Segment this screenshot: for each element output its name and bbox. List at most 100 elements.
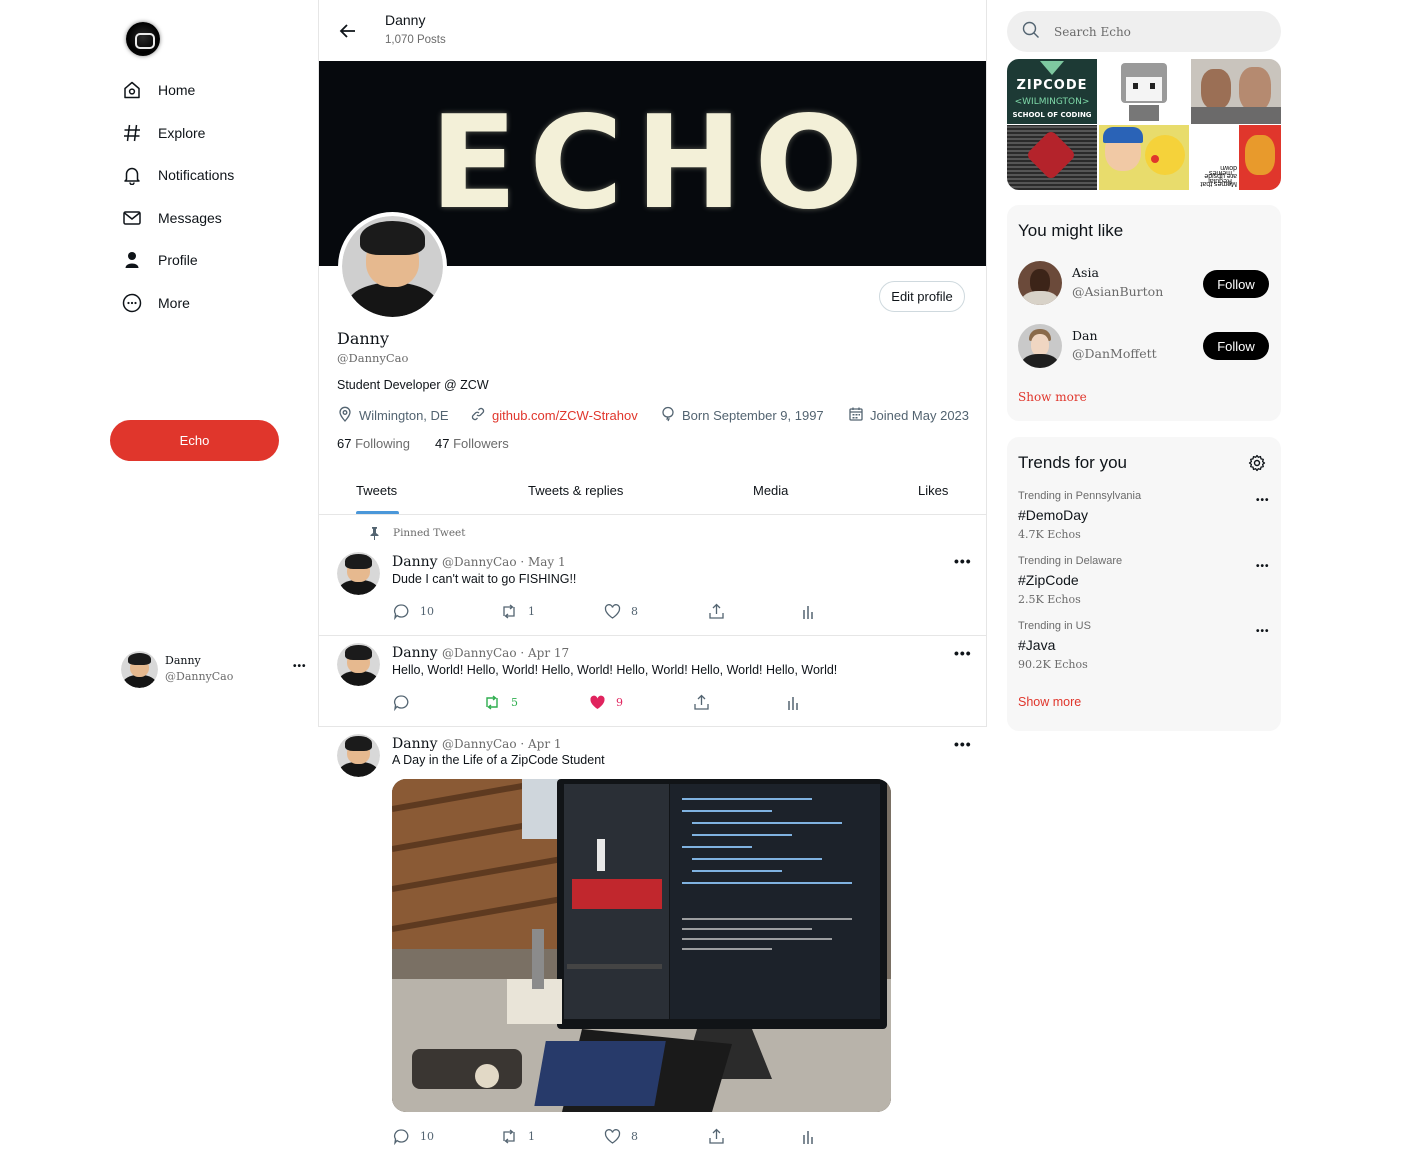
retweet-icon: [500, 1128, 518, 1145]
retweet-button[interactable]: 1: [500, 1128, 535, 1145]
reply-button[interactable]: [393, 694, 420, 711]
tweet-more-button[interactable]: •••: [954, 736, 972, 752]
reply-button[interactable]: 10: [393, 603, 434, 620]
retweet-button[interactable]: 1: [500, 603, 535, 620]
like-button[interactable]: 9: [589, 694, 623, 711]
profile-avatar[interactable]: [338, 212, 447, 321]
tweet-author-name[interactable]: Danny: [392, 554, 438, 570]
tabs-divider: [319, 514, 986, 515]
tweet-header: Danny @DannyCao · Apr 17: [392, 644, 569, 662]
suggestion-name[interactable]: Asia: [1072, 265, 1099, 280]
edit-profile-button[interactable]: Edit profile: [879, 281, 965, 312]
trends-title: Trends for you: [1018, 453, 1127, 472]
meme-text-regular: Regular memes: [1207, 169, 1232, 184]
tweet-avatar[interactable]: [337, 552, 380, 595]
tweet-author-name[interactable]: Danny: [392, 736, 438, 752]
sidebar-item-explore[interactable]: Explore: [122, 118, 205, 148]
following-label: Following: [355, 436, 411, 451]
sidebar-item-more[interactable]: More: [122, 288, 190, 318]
suggestions-show-more[interactable]: Show more: [1018, 390, 1087, 404]
echo-logo[interactable]: [126, 22, 160, 56]
retweet-button[interactable]: 5: [483, 694, 518, 711]
profile-bio: Student Developer @ ZCW: [337, 378, 489, 392]
tab-media[interactable]: Media: [753, 483, 788, 498]
trend-more-button[interactable]: •••: [1256, 626, 1270, 637]
trends-show-more[interactable]: Show more: [1018, 695, 1081, 709]
suggestion-name[interactable]: Dan: [1072, 328, 1098, 343]
sidebar-item-notifications[interactable]: Notifications: [122, 160, 234, 190]
trend-tag[interactable]: #DemoDay: [1018, 507, 1088, 523]
reply-count: 10: [420, 1130, 434, 1143]
like-button[interactable]: 8: [604, 1128, 638, 1145]
reply-button[interactable]: 10: [393, 1128, 434, 1145]
more-circle-icon: [122, 293, 142, 313]
trend-more-button[interactable]: •••: [1256, 561, 1270, 572]
profile-name: Danny: [337, 329, 390, 348]
tab-tweets[interactable]: Tweets: [356, 483, 397, 498]
link-icon: [470, 406, 486, 425]
media-thumb[interactable]: [1099, 59, 1189, 124]
search-bar[interactable]: Search Echo: [1007, 11, 1281, 52]
analytics-icon[interactable]: [801, 604, 815, 624]
account-handle: @DannyCao: [165, 670, 234, 683]
media-thumb[interactable]: [1191, 59, 1281, 124]
suggestion-avatar[interactable]: [1018, 261, 1062, 305]
share-icon[interactable]: [708, 603, 725, 625]
follow-button[interactable]: Follow: [1203, 332, 1269, 360]
trend-more-button[interactable]: •••: [1256, 495, 1270, 506]
like-button[interactable]: 8: [604, 603, 638, 620]
tweet-meta: @DannyCao · Apr 1: [441, 737, 562, 751]
tweet-text: Hello, World! Hello, World! Hello, World…: [392, 663, 838, 677]
settings-gear-icon[interactable]: [1248, 454, 1266, 477]
tweet-divider: [319, 726, 986, 727]
profile-location: Wilmington, DE: [337, 406, 449, 425]
tweet-photo[interactable]: [392, 779, 891, 1112]
account-more-button[interactable]: •••: [293, 661, 307, 672]
retweet-count: 1: [528, 1130, 535, 1143]
like-count: 8: [631, 605, 638, 618]
tweet-avatar[interactable]: [337, 734, 380, 777]
reply-count: 10: [420, 605, 434, 618]
tweet-more-button[interactable]: •••: [954, 645, 972, 661]
media-thumb[interactable]: [1099, 125, 1189, 190]
search-icon: [1022, 21, 1040, 42]
birthday-text: Born September 9, 1997: [682, 408, 824, 423]
analytics-icon[interactable]: [801, 1129, 815, 1149]
follow-button[interactable]: Follow: [1203, 270, 1269, 298]
retweet-count: 5: [511, 696, 518, 709]
followers-label: Followers: [453, 436, 509, 451]
back-arrow-icon[interactable]: [338, 21, 358, 41]
tweet-divider: [319, 635, 986, 636]
sidebar-item-profile[interactable]: Profile: [122, 245, 198, 275]
echo-post-button[interactable]: Echo: [110, 420, 279, 461]
profile-link[interactable]: github.com/ZCW-Strahov: [470, 406, 638, 425]
media-thumb[interactable]: [1007, 125, 1097, 190]
followers-link[interactable]: 47 Followers: [435, 436, 509, 451]
share-icon[interactable]: [693, 694, 710, 716]
tab-likes[interactable]: Likes: [918, 483, 948, 498]
like-count: 9: [616, 696, 623, 709]
calendar-icon: [848, 406, 864, 425]
sidebar-item-home[interactable]: Home: [122, 75, 195, 105]
trend-tag[interactable]: #Java: [1018, 637, 1055, 653]
account-avatar[interactable]: [121, 651, 158, 688]
tweet-author-name[interactable]: Danny: [392, 645, 438, 661]
trend-tag[interactable]: #ZipCode: [1018, 572, 1079, 588]
media-thumb[interactable]: ZIPCODE <WILMINGTON> SCHOOL OF CODING: [1007, 59, 1097, 124]
sidebar-item-label: Explore: [158, 125, 206, 141]
following-link[interactable]: 67 Following: [337, 436, 410, 451]
sidebar-item-messages[interactable]: Messages: [122, 203, 222, 233]
tab-tweets-replies[interactable]: Tweets & replies: [528, 483, 623, 498]
suggestions-title: You might like: [1018, 221, 1124, 240]
reply-icon: [393, 694, 410, 711]
suggestion-avatar[interactable]: [1018, 324, 1062, 368]
link-text[interactable]: github.com/ZCW-Strahov: [492, 408, 638, 423]
analytics-icon[interactable]: [786, 695, 800, 715]
retweet-icon: [500, 603, 518, 620]
pinned-label: Pinned Tweet: [393, 527, 466, 539]
banner-text: ECHO: [429, 89, 876, 238]
tweet-more-button[interactable]: •••: [954, 553, 972, 569]
share-icon[interactable]: [708, 1128, 725, 1150]
tweet-avatar[interactable]: [337, 643, 380, 686]
search-input[interactable]: Search Echo: [1054, 25, 1131, 39]
